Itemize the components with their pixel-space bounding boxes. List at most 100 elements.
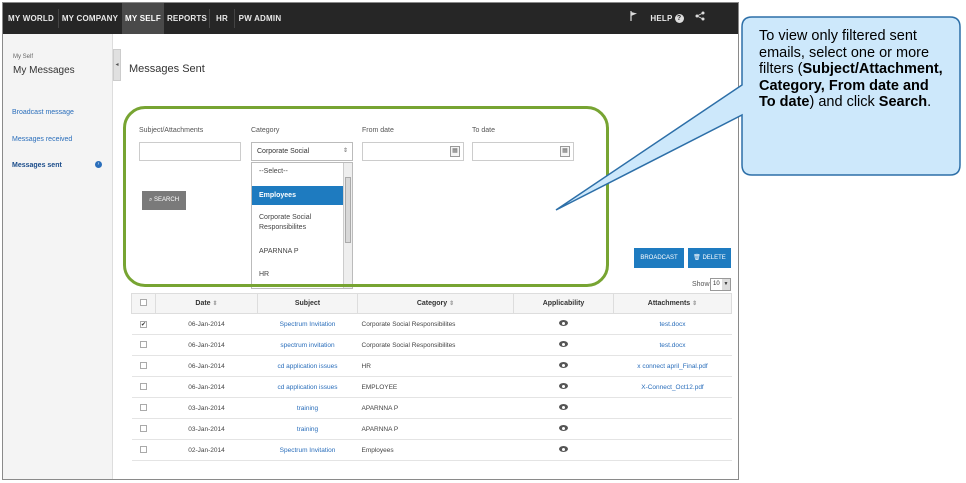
row-checkbox-cell[interactable] [131,418,156,440]
table-row[interactable]: 06-Jan-2014 cd application issues HR x conn… [131,355,732,377]
collapse-sidebar-handle[interactable]: ◂ [113,49,121,81]
eye-icon[interactable] [559,362,568,368]
scrollbar-thumb[interactable] [345,177,351,243]
category-filter-label: Category [251,127,280,134]
cell-attachment-link[interactable]: x connect april_Final.pdf [613,355,732,377]
row-checkbox[interactable] [140,403,147,411]
cell-applicability[interactable] [513,439,614,461]
row-checkbox[interactable] [140,361,147,369]
cell-applicability[interactable] [513,334,614,356]
row-checkbox[interactable] [140,340,147,348]
row-checkbox-cell[interactable] [131,397,156,419]
column-header-subject: Subject [257,293,358,314]
cell-attachment-link[interactable]: X-Connect_Oct12.pdf [613,376,732,398]
subject-filter-input[interactable] [139,142,241,161]
table-row[interactable]: 03-Jan-2014 training APARNNA P [131,397,732,419]
to-date-label: To date [472,127,495,134]
sort-icon: ⇕ [212,301,218,307]
nav-divider [58,9,59,28]
row-checkbox[interactable]: ✔ [140,320,147,328]
nav-my-self[interactable]: MY SELF [122,3,164,34]
category-select[interactable]: Corporate Social ⇕ [251,142,353,161]
row-checkbox[interactable] [140,445,147,453]
dropdown-option[interactable]: HR [252,271,344,278]
row-checkbox-cell[interactable] [131,376,156,398]
row-checkbox[interactable] [140,382,147,390]
from-date-input[interactable]: ▦ [362,142,464,161]
nav-reports[interactable]: REPORTS [166,3,208,34]
from-date-label: From date [362,127,394,134]
cell-subject-link[interactable]: cd application issues [257,376,358,398]
table-row[interactable]: 06-Jan-2014 spectrum invitation Corporate … [131,334,732,356]
cell-subject-link[interactable]: spectrum invitation [257,334,358,356]
eye-icon[interactable] [559,446,568,452]
cell-applicability[interactable] [513,376,614,398]
nav-pw-admin[interactable]: PW ADMIN [236,3,284,34]
row-checkbox-cell[interactable] [131,355,156,377]
cell-category: HR [357,355,514,377]
table-row[interactable]: 03-Jan-2014 training APARNNA P [131,418,732,440]
column-header-label: Date [195,300,211,307]
eye-icon[interactable] [559,404,568,410]
sidebar-item-messages-received[interactable]: Messages received [12,136,72,143]
cell-subject-link[interactable]: Spectrum Invitation [257,313,358,335]
nav-my-company[interactable]: MY COMPANY [60,3,120,34]
eye-icon[interactable] [559,341,568,347]
eye-icon[interactable] [559,383,568,389]
cell-attachment-link[interactable] [613,439,732,461]
cell-applicability[interactable] [513,313,614,335]
select-all-checkbox-cell[interactable] [131,293,156,314]
eye-icon[interactable] [559,425,568,431]
select-all-checkbox[interactable] [140,299,147,306]
dropdown-option[interactable]: Corporate Social Responsibilites [252,213,344,233]
row-checkbox-cell[interactable]: ✔ [131,313,156,335]
table-row[interactable]: 06-Jan-2014 cd application issues EMPLOYEE… [131,376,732,398]
column-header-attachments[interactable]: Attachments ⇕ [613,293,732,314]
sidebar-item-broadcast-message[interactable]: Broadcast message [12,109,74,116]
table-row[interactable]: ✔ 06-Jan-2014 Spectrum Invitation Corporate… [131,313,732,335]
eye-icon[interactable] [559,320,568,326]
column-header-label: Attachments [647,300,691,307]
delete-button-label: DELETE [702,255,726,261]
delete-button[interactable]: 🗑 DELETE [688,248,731,268]
nav-my-world[interactable]: MY WORLD [5,3,57,34]
cell-category: Corporate Social Responsibilites [357,334,514,356]
nav-hr[interactable]: HR [211,3,233,34]
callout-bold-text: Search [878,94,928,110]
search-button-label: SEARCH [154,197,180,203]
row-checkbox[interactable] [140,424,147,432]
calendar-icon[interactable]: ▦ [450,146,460,157]
sidebar-item-messages-sent[interactable]: Messages sent [12,162,62,169]
callout-text: . [927,94,932,110]
cell-attachment-link[interactable] [613,418,732,440]
dropdown-scrollbar[interactable] [343,163,352,288]
broadcast-button[interactable]: BROADCAST [634,248,684,268]
table-row[interactable]: 02-Jan-2014 Spectrum Invitation Employees [131,439,732,461]
cell-applicability[interactable] [513,397,614,419]
row-checkbox-cell[interactable] [131,439,156,461]
dropdown-option[interactable]: --Select-- [252,168,344,175]
cell-date: 02-Jan-2014 [155,439,258,461]
cell-subject-link[interactable]: cd application issues [257,355,358,377]
cell-attachment-link[interactable]: test.docx [613,313,732,335]
page-size-select[interactable]: 10 ▼ [710,278,731,291]
subject-filter-label: Subject/Attachments [139,127,204,134]
category-dropdown-list: --Select-- Employees Corporate Social Re… [251,162,353,289]
nav-divider [209,9,210,28]
cell-attachment-link[interactable]: test.docx [613,334,732,356]
cell-attachment-link[interactable] [613,397,732,419]
cell-subject-link[interactable]: Spectrum Invitation [257,439,358,461]
dropdown-option-selected[interactable]: Employees [252,186,344,205]
column-header-date[interactable]: Date ⇕ [155,293,258,314]
cell-date: 06-Jan-2014 [155,313,258,335]
row-checkbox-cell[interactable] [131,334,156,356]
dropdown-option[interactable]: APARNNA P [252,248,344,255]
cell-category: APARNNA P [357,397,514,419]
cell-applicability[interactable] [513,355,614,377]
search-button[interactable]: ⌕ SEARCH [142,191,186,210]
cell-applicability[interactable] [513,418,614,440]
cell-subject-link[interactable]: training [257,397,358,419]
sort-icon: ⇕ [692,301,698,307]
cell-subject-link[interactable]: training [257,418,358,440]
column-header-category[interactable]: Category ⇕ [357,293,514,314]
